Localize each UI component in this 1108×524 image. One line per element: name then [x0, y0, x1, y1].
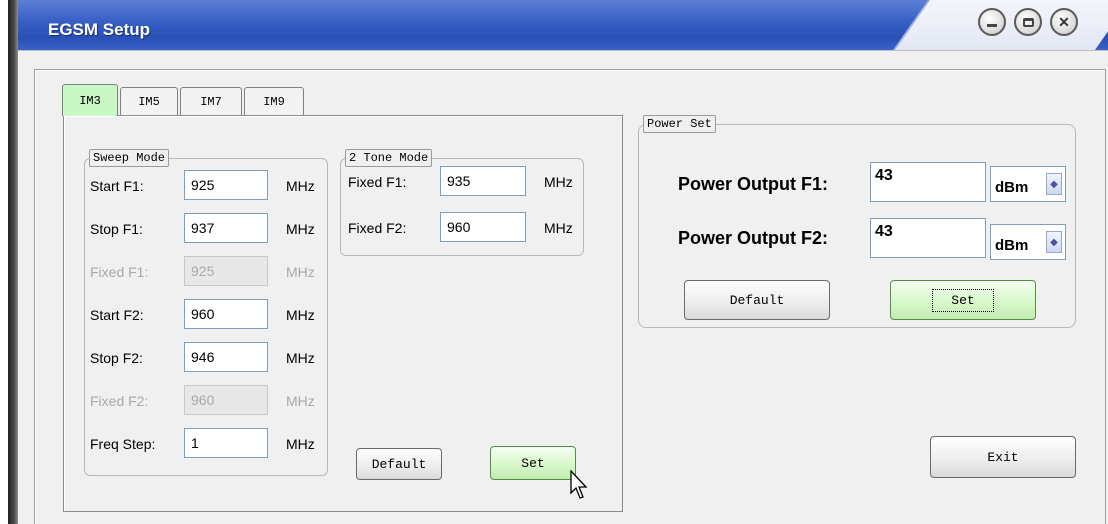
stop-f2-input[interactable] [184, 342, 268, 372]
minimize-icon [987, 23, 997, 27]
im-set-button[interactable]: Set [490, 446, 576, 480]
freq-step-label: Freq Step: [90, 436, 156, 452]
egsm-setup-window: EGSM Setup ✕ IM3 IM5 IM7 IM9 Sweep Mode … [8, 0, 1108, 524]
maximize-icon [1022, 17, 1034, 27]
exit-button[interactable]: Exit [930, 436, 1076, 478]
power-output-f2-input[interactable]: 43 [870, 218, 986, 258]
start-f2-input[interactable] [184, 299, 268, 329]
close-button[interactable]: ✕ [1050, 8, 1078, 36]
tab-im9[interactable]: IM9 [244, 87, 304, 115]
button-label: Exit [987, 449, 1019, 465]
freq-step-unit: MHz [286, 436, 315, 452]
sweep-fixed-f2-unit: MHz [286, 393, 315, 409]
power-default-button[interactable]: Default [684, 280, 830, 320]
sweep-fixed-f1-label: Fixed F1: [90, 264, 149, 280]
power-output-f1-label: Power Output F1: [678, 174, 828, 194]
power-output-f2-label: Power Output F2: [678, 228, 828, 248]
power-set-title: Power Set [643, 115, 716, 133]
power-output-f1-input[interactable]: 43 [870, 162, 986, 202]
two-tone-fixed-f2-unit: MHz [544, 220, 573, 236]
tab-im3[interactable]: IM3 [62, 84, 118, 116]
stop-f1-label: Stop F1: [90, 221, 143, 237]
start-f1-unit: MHz [286, 178, 315, 194]
window-title: EGSM Setup [48, 20, 151, 39]
sweep-fixed-f1-input [184, 256, 268, 286]
power-output-f1-unit-select[interactable]: dBm ◆ [990, 166, 1066, 202]
two-tone-fixed-f2-input[interactable] [440, 212, 526, 242]
minimize-button[interactable] [978, 8, 1006, 36]
im-default-button[interactable]: Default [356, 448, 442, 480]
maximize-button[interactable] [1014, 8, 1042, 36]
power-f1-unit: dBm [995, 178, 1029, 196]
button-label: Set [521, 455, 545, 471]
two-tone-fixed-f1-label: Fixed F1: [348, 174, 407, 190]
window-left-edge [8, 0, 18, 524]
mouse-cursor-icon [570, 470, 588, 499]
start-f1-input[interactable] [184, 170, 268, 200]
tab-im5[interactable]: IM5 [120, 87, 178, 115]
close-icon: ✕ [1058, 13, 1070, 30]
power-f2-unit: dBm [995, 236, 1029, 254]
two-tone-mode-title: 2 Tone Mode [345, 149, 433, 167]
start-f2-unit: MHz [286, 307, 315, 323]
two-tone-fixed-f1-input[interactable] [440, 166, 526, 196]
sweep-fixed-f2-input [184, 385, 268, 415]
button-label: Default [729, 292, 785, 308]
two-tone-fixed-f2-label: Fixed F2: [348, 220, 407, 236]
power-output-f2-unit-select[interactable]: dBm ◆ [990, 224, 1066, 260]
two-tone-fixed-f1-unit: MHz [544, 174, 573, 190]
button-label: Default [371, 456, 427, 472]
button-label: Set [932, 288, 994, 312]
start-f2-label: Start F2: [90, 307, 144, 323]
tab-label: IM3 [79, 93, 101, 108]
tab-label: IM5 [138, 94, 160, 109]
stop-f2-unit: MHz [286, 350, 315, 366]
freq-step-input[interactable] [184, 428, 268, 458]
tab-label: IM7 [200, 94, 222, 109]
stop-f1-unit: MHz [286, 221, 315, 237]
tab-label: IM9 [263, 94, 285, 109]
tab-im7[interactable]: IM7 [180, 87, 242, 115]
start-f1-label: Start F1: [90, 178, 144, 194]
stop-f1-input[interactable] [184, 213, 268, 243]
power-set-button[interactable]: Set [890, 280, 1036, 320]
spinner-icon[interactable]: ◆ [1046, 231, 1062, 253]
sweep-fixed-f1-unit: MHz [286, 264, 315, 280]
title-bar[interactable]: EGSM Setup [8, 0, 1108, 50]
sweep-fixed-f2-label: Fixed F2: [90, 393, 149, 409]
spinner-icon[interactable]: ◆ [1046, 173, 1062, 195]
sweep-mode-title: Sweep Mode [89, 149, 170, 167]
stop-f2-label: Stop F2: [90, 350, 143, 366]
